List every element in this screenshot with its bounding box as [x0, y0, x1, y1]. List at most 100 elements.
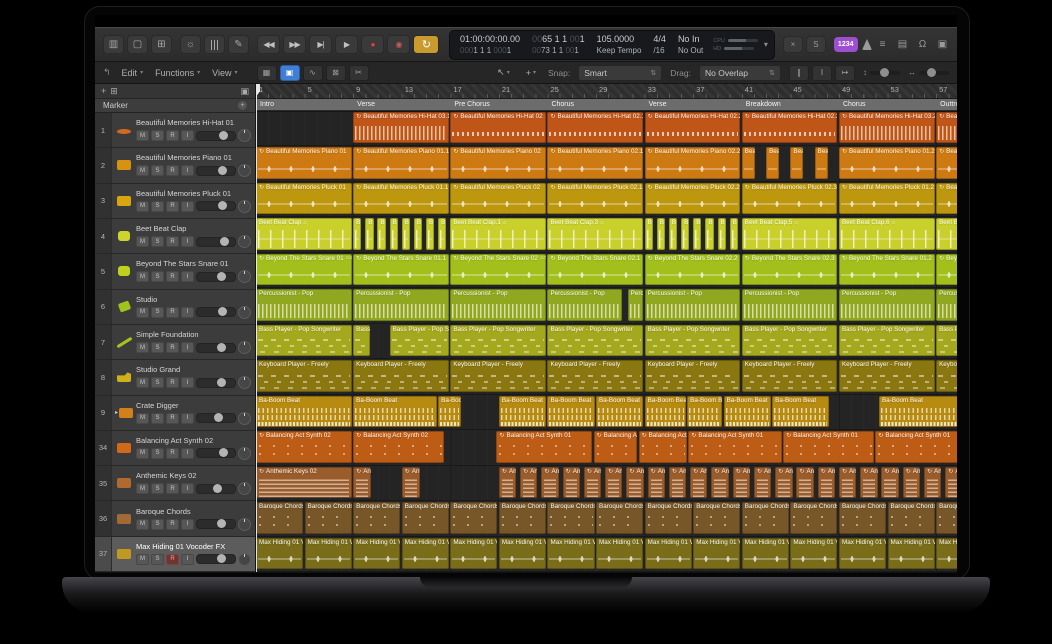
- track-header[interactable]: 2Beautiful Memories Piano 01MSRI: [95, 148, 255, 183]
- track-i-button[interactable]: I: [181, 554, 194, 565]
- region[interactable]: Bass Player - Pop Songwriter: [742, 325, 838, 356]
- region[interactable]: ↻Anthemic Keys 02: [690, 467, 707, 498]
- track-name[interactable]: Beyond The Stars Snare 01: [136, 259, 251, 268]
- track-name[interactable]: Max Hiding 01 Vocoder FX: [136, 542, 251, 551]
- track-s-button[interactable]: S: [151, 201, 164, 212]
- region[interactable]: Ba-Boom Beat: [547, 396, 594, 427]
- region[interactable]: ↻Beyond The Stars Snare 02.3: [742, 254, 838, 285]
- region[interactable]: ↻Beautiful Memories Piano 01.1: [353, 147, 449, 178]
- arrange-track-lane[interactable]: ↻Beautiful Memories Pluck 01↻Beautiful M…: [256, 182, 957, 217]
- region[interactable]: ↻Beautiful Memories Hi-Hat 02.1: [547, 112, 643, 143]
- region[interactable]: B: [438, 218, 446, 249]
- region[interactable]: Ba-Boom Beat: [438, 396, 461, 427]
- pan-knob[interactable]: [238, 200, 251, 213]
- region[interactable]: Percussionist - Pop: [742, 289, 838, 320]
- pan-knob[interactable]: [238, 482, 251, 495]
- region[interactable]: ↻Beautiful Memories Hi-Hat 03.2: [839, 112, 935, 143]
- region[interactable]: Ba-Boom Beat: [353, 396, 437, 427]
- region[interactable]: ↻Balancing Act Synth 02: [353, 431, 444, 462]
- region[interactable]: B: [377, 218, 385, 249]
- region[interactable]: ↻Balancing Act Synth 01: [875, 431, 957, 462]
- region[interactable]: Ba-Boom Beat: [499, 396, 546, 427]
- region[interactable]: Baroque Chords: [547, 502, 594, 533]
- region[interactable]: Bass Player - Pop Songwriter: [936, 325, 957, 356]
- editors-button[interactable]: ✎: [228, 35, 249, 54]
- track-s-button[interactable]: S: [151, 307, 164, 318]
- region[interactable]: Max Hiding 01 Vocoder FX: [596, 538, 643, 569]
- region[interactable]: ↻Beautiful Memories Hi-Hat 02: [450, 112, 546, 143]
- playhead[interactable]: [256, 84, 257, 572]
- region[interactable]: Max Hiding 01 Vocoder FX: [353, 538, 400, 569]
- track-i-button[interactable]: I: [181, 201, 194, 212]
- region[interactable]: ↻Anthemic Keys 02: [605, 467, 622, 498]
- track-s-button[interactable]: S: [151, 448, 164, 459]
- region[interactable]: ↻Anthemic Keys 02: [839, 467, 856, 498]
- track-m-button[interactable]: M: [136, 342, 149, 353]
- track-header[interactable]: 5Beyond The Stars Snare 01MSRI: [95, 254, 255, 289]
- region[interactable]: ↻Beautiful Memories Hi-Hat 03.1: [353, 112, 449, 143]
- region[interactable]: Ba-Boom Beat: [772, 396, 829, 427]
- region[interactable]: Keyboard Player - Freely: [450, 360, 546, 391]
- lcd-locators[interactable]: 0065 1 1 001 0073 1 1 001: [526, 32, 591, 58]
- volume-slider[interactable]: [196, 448, 236, 458]
- track-header[interactable]: 7Simple FoundationMSRI: [95, 325, 255, 360]
- region[interactable]: Beet Beat Clap.5⌂: [742, 218, 838, 249]
- pan-knob[interactable]: [238, 412, 251, 425]
- region[interactable]: ↻Beautiful Memories Piano: [936, 147, 957, 178]
- arrange-track-lane[interactable]: ↻Balancing Act Synth 02 ↻Balancing Act Sy…: [256, 430, 957, 465]
- snap-menu[interactable]: Smart⇅: [578, 65, 662, 81]
- region[interactable]: Max Hiding 01 Vocoder FX: [256, 538, 303, 569]
- track-r-button[interactable]: R: [166, 448, 179, 459]
- region[interactable]: Percussionist - Pop: [547, 289, 622, 320]
- lcd-io[interactable]: No In No Out: [672, 32, 709, 58]
- track-m-button[interactable]: M: [136, 483, 149, 494]
- track-i-button[interactable]: I: [181, 377, 194, 388]
- region[interactable]: B: [669, 218, 677, 249]
- duplicate-track-button[interactable]: ⊞: [110, 86, 118, 97]
- region[interactable]: ↻Anthemic Keys 02: [924, 467, 941, 498]
- arrange-track-lane[interactable]: Ba-Boom BeatBa-Boom BeatBa-Boom BeatBa-B…: [256, 395, 957, 430]
- volume-slider[interactable]: [196, 484, 236, 494]
- region[interactable]: ↻Anthemic Keys 02: [256, 467, 352, 498]
- region[interactable]: ↻Beautiful Memories Hi-Hat: [936, 112, 957, 143]
- track-name[interactable]: Studio Grand: [136, 365, 251, 374]
- region[interactable]: ↻Beautiful Memories Piano 02.2: [645, 147, 741, 178]
- track-s-button[interactable]: S: [151, 377, 164, 388]
- region[interactable]: ↻Beyond The Stars Snare 02⌂⌂: [450, 254, 546, 285]
- arrange-track-lane[interactable]: ↻Beautiful Memories Hi-Hat 03.1↻Beautifu…: [256, 111, 957, 146]
- volume-slider[interactable]: [196, 307, 236, 317]
- track-m-button[interactable]: M: [136, 130, 149, 141]
- track-i-button[interactable]: I: [181, 342, 194, 353]
- drag-menu[interactable]: No Overlap⇅: [699, 65, 781, 81]
- track-r-button[interactable]: R: [166, 165, 179, 176]
- region[interactable]: Beautiful Memories Piano: [790, 147, 803, 178]
- vertical-zoom-slider[interactable]: ↕: [863, 68, 900, 77]
- track-r-button[interactable]: R: [166, 201, 179, 212]
- section-marker[interactable]: Intro: [256, 99, 357, 110]
- marquee-button[interactable]: ⊠: [326, 65, 346, 81]
- track-r-button[interactable]: R: [166, 377, 179, 388]
- region[interactable]: B: [645, 218, 653, 249]
- global-marker-track[interactable]: Marker +: [95, 99, 255, 113]
- region[interactable]: ↻Anthemic Keys 02: [818, 467, 835, 498]
- region[interactable]: ↻Anthemic Keys 02: [584, 467, 601, 498]
- volume-slider[interactable]: [196, 519, 236, 529]
- go-to-end-button[interactable]: ▶|: [309, 35, 332, 54]
- track-s-button[interactable]: S: [151, 483, 164, 494]
- region[interactable]: ↻Beautiful Memories Piano 02.1: [547, 147, 643, 178]
- region[interactable]: Baroque Chords: [790, 502, 837, 533]
- volume-slider-knob[interactable]: [217, 378, 226, 387]
- track-r-button[interactable]: R: [166, 130, 179, 141]
- region[interactable]: Bass Player - Pop Songwriter: [256, 325, 352, 356]
- volume-slider-knob[interactable]: [217, 343, 226, 352]
- volume-slider[interactable]: [196, 378, 236, 388]
- region[interactable]: ↻Beyond The Stars Snare 01⌂⌂: [256, 254, 352, 285]
- region[interactable]: B: [365, 218, 373, 249]
- region[interactable]: Keyboard Player - Freely: [256, 360, 352, 391]
- arrange-area[interactable]: 159131721252933374145495357 IntroVersePr…: [256, 84, 957, 572]
- note-pads-button[interactable]: ▤: [896, 39, 910, 50]
- region[interactable]: ↻Anthemic Keys 02: [903, 467, 920, 498]
- horizontal-zoom-slider[interactable]: ↔: [908, 68, 949, 77]
- section-marker[interactable]: Verse: [353, 99, 454, 110]
- track-r-button[interactable]: R: [166, 554, 179, 565]
